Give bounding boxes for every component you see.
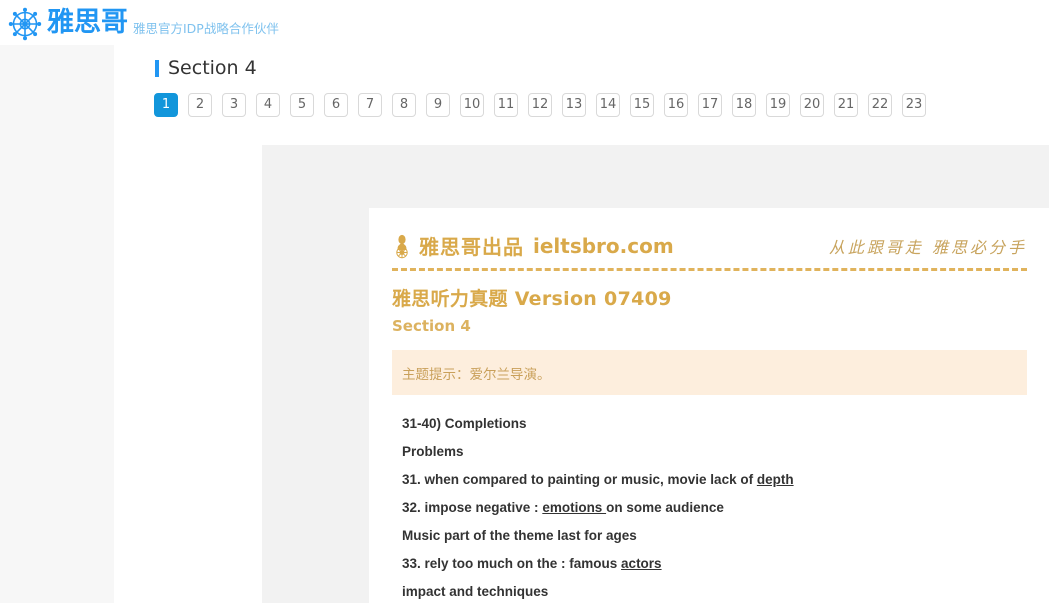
page-button-12[interactable]: 12	[528, 93, 552, 117]
brand-subtitle: 雅思官方IDP战略合作伙伴	[133, 21, 279, 36]
question-text: 32. impose negative :	[402, 500, 543, 515]
answer-blank: actors	[621, 556, 662, 571]
page-button-17[interactable]: 17	[698, 93, 722, 117]
question-line: 31. when compared to painting or music, …	[402, 466, 1027, 494]
document-slogan: 从此跟哥走 雅思必分手	[828, 238, 1027, 257]
question-line: 33. rely too much on the : famous actors	[402, 550, 1027, 578]
ship-wheel-icon	[8, 7, 42, 41]
document-card: 雅思哥出品 ieltsbro.com 从此跟哥走 雅思必分手 雅思听力真题 Ve…	[369, 208, 1049, 603]
document-viewer: 雅思哥出品 ieltsbro.com 从此跟哥走 雅思必分手 雅思听力真题 Ve…	[262, 145, 1049, 603]
page-button-2[interactable]: 2	[188, 93, 212, 117]
page-button-3[interactable]: 3	[222, 93, 246, 117]
question-line: Problems	[402, 438, 1027, 466]
question-text: Music part of the theme last for ages	[402, 528, 637, 543]
document-title: 雅思听力真题 Version 07409	[392, 288, 672, 310]
app-header: 雅思哥 雅思官方IDP战略合作伙伴	[0, 0, 1049, 45]
section-header: Section 4	[155, 55, 257, 81]
page-button-19[interactable]: 19	[766, 93, 790, 117]
question-text: Problems	[402, 444, 464, 459]
page-button-22[interactable]: 22	[868, 93, 892, 117]
section-accent-bar	[155, 59, 159, 77]
question-list: 31-40) Completions Problems 31. when compa…	[392, 410, 1027, 603]
document-subtitle: Section 4	[392, 317, 471, 335]
page-button-10[interactable]: 10	[460, 93, 484, 117]
page-button-9[interactable]: 9	[426, 93, 450, 117]
page-button-7[interactable]: 7	[358, 93, 382, 117]
question-text: 31-40) Completions	[402, 416, 527, 431]
page-button-8[interactable]: 8	[392, 93, 416, 117]
page-button-6[interactable]: 6	[324, 93, 348, 117]
answer-blank: depth	[756, 472, 794, 487]
question-tail: on some audience	[606, 500, 724, 515]
mascot-wheel-icon	[392, 233, 412, 259]
page-title: Section 4	[168, 57, 257, 79]
page-button-18[interactable]: 18	[732, 93, 756, 117]
page-button-13[interactable]: 13	[562, 93, 586, 117]
question-line: 32. impose negative : emotions on some a…	[402, 494, 1027, 522]
question-line: impact and techniques	[402, 578, 1027, 603]
main-content: Section 4 1 2 3 4 5 6 7 8 9 10 11 12 13 14 15 16 17 18 19 2…	[114, 45, 1049, 603]
page-button-16[interactable]: 16	[664, 93, 688, 117]
page-button-23[interactable]: 23	[902, 93, 926, 117]
question-line: Music part of the theme last for ages	[402, 522, 1027, 550]
question-line: 31-40) Completions	[402, 410, 1027, 438]
brand-name: 雅思哥	[47, 6, 128, 38]
question-text: 33. rely too much on the : famous	[402, 556, 622, 571]
answer-blank: emotions	[542, 500, 607, 515]
page-button-1[interactable]: 1	[154, 93, 178, 117]
page-button-20[interactable]: 20	[800, 93, 824, 117]
page-button-14[interactable]: 14	[596, 93, 620, 117]
page-button-5[interactable]: 5	[290, 93, 314, 117]
page-button-15[interactable]: 15	[630, 93, 654, 117]
question-text: impact and techniques	[402, 584, 549, 599]
question-text: 31. when compared to painting or music, …	[402, 472, 757, 487]
page-button-11[interactable]: 11	[494, 93, 518, 117]
divider	[392, 268, 1027, 271]
pagination[interactable]: 1 2 3 4 5 6 7 8 9 10 11 12 13 14 15 16 17 18 19 20 21 22 23	[154, 93, 936, 117]
document-brand-cn: 雅思哥出品	[419, 235, 524, 259]
document-header: 雅思哥出品 ieltsbro.com 从此跟哥走 雅思必分手	[392, 228, 1027, 260]
left-sidebar	[0, 45, 114, 603]
topic-hint-banner: 主题提示：爱尔兰导演。	[392, 350, 1027, 395]
page-button-21[interactable]: 21	[834, 93, 858, 117]
document-brand: 雅思哥出品 ieltsbro.com	[392, 231, 674, 260]
document-brand-en: ieltsbro.com	[533, 233, 674, 258]
page-button-4[interactable]: 4	[256, 93, 280, 117]
